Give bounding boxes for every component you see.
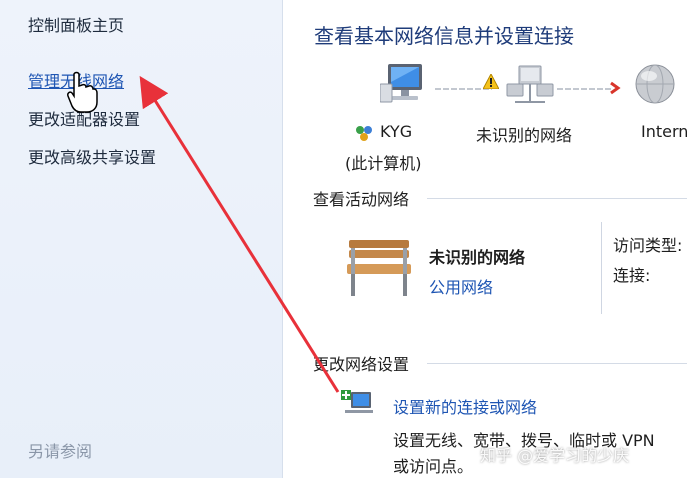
annotation-overlay xyxy=(67,71,340,393)
watermark: 知乎 @爱学习的少庆 xyxy=(480,446,630,465)
red-arrow-annotation xyxy=(139,75,340,393)
hand-cursor-icon xyxy=(67,71,98,113)
